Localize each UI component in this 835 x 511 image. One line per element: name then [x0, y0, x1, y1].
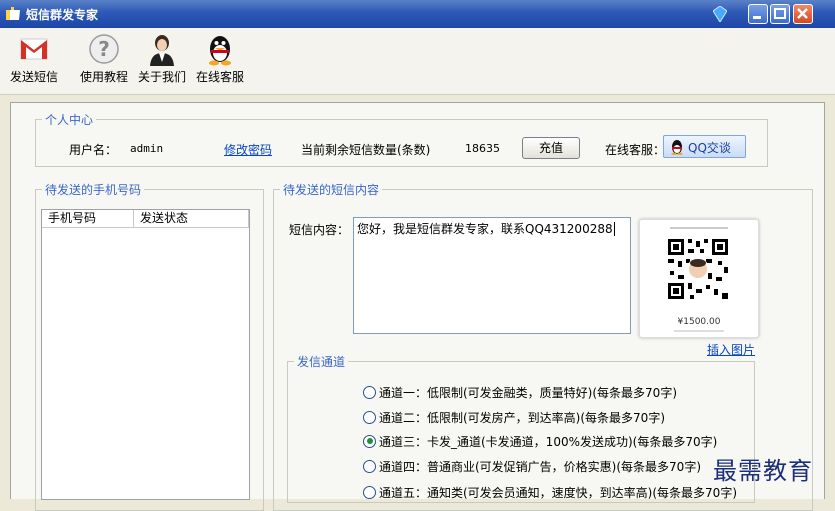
channel-label-5: 通道五：通知类(可发会员通知，速度快，到达率高)(每条最多70字)	[379, 485, 737, 500]
app-logo-icon	[6, 7, 20, 20]
maximize-icon	[774, 8, 786, 19]
online-service-text: 在线客服：	[605, 143, 666, 157]
username-label: 用户名：	[69, 143, 118, 157]
minimize-button[interactable]	[748, 4, 768, 24]
gmail-m-icon	[20, 38, 48, 60]
qq-chat-icon	[671, 140, 683, 155]
channel-option-5[interactable]: 通道五：通知类(可发会员通知，速度快，到达率高)(每条最多70字)	[363, 483, 737, 501]
toolbar: 发送短信 ? 使用教程 关于我们 在线客服	[0, 28, 835, 95]
change-password-link[interactable]: 修改密码	[224, 141, 272, 158]
channel-label-4: 通道四：普通商业(可发促销广告，价格实惠)(每条最多70字)	[379, 459, 701, 474]
sms-content-textarea[interactable]: 您好，我是短信群发专家，联系QQ431200288	[353, 217, 631, 334]
channel-option-4[interactable]: 通道四：普通商业(可发促销广告，价格实惠)(每条最多70字)	[363, 457, 701, 475]
online-service-button[interactable]: 在线客服	[192, 32, 248, 90]
remaining-sms-label: 当前剩余短信数量(条数)	[301, 143, 431, 157]
about-us-label: 关于我们	[137, 70, 186, 84]
close-button[interactable]	[793, 4, 813, 24]
about-us-button[interactable]: 关于我们	[134, 32, 190, 90]
channel-label-2: 通道二：低限制(可发房产，到达率高)(每条最多70字)	[379, 410, 665, 425]
skin-gem-icon[interactable]	[713, 6, 727, 22]
channel-radio-5[interactable]	[363, 485, 376, 499]
text-cursor	[613, 222, 615, 236]
phone-list-legend: 待发送的手机号码	[45, 183, 142, 197]
person-avatar-icon	[150, 35, 174, 66]
qq-chat-label: QQ交谈	[688, 141, 731, 155]
column-header-phone[interactable]: 手机号码	[42, 210, 134, 228]
svg-text:?: ?	[98, 37, 110, 61]
close-icon	[797, 8, 808, 19]
maximize-button[interactable]	[770, 4, 790, 24]
channel-group: 发信通道	[287, 353, 755, 503]
channel-option-2[interactable]: 通道二：低限制(可发房产，到达率高)(每条最多70字)	[363, 408, 665, 426]
title-bar[interactable]: 短信群发专家	[0, 0, 835, 28]
sms-content-label: 短信内容：	[289, 223, 350, 237]
channel-label-1: 通道一：低限制(可发金融类，质量特好)(每条最多70字)	[379, 385, 677, 400]
channel-label-3: 通道三：卡发_通道(卡发通道，100%发送成功)(每条最多70字)	[379, 434, 718, 449]
send-sms-label: 发送短信	[9, 70, 58, 84]
window-title: 短信群发专家	[26, 8, 99, 22]
qr-caption: ¥1500.00	[677, 317, 721, 327]
username-value: admin	[130, 142, 164, 155]
help-question-icon: ?	[89, 34, 119, 64]
qr-header-line	[670, 227, 728, 229]
online-service-label: 在线客服	[195, 70, 244, 84]
channel-option-1[interactable]: 通道一：低限制(可发金融类，质量特好)(每条最多70字)	[363, 383, 677, 401]
qr-code-image: ¥1500.00	[639, 219, 759, 338]
channel-legend: 发信通道	[297, 355, 346, 369]
send-sms-button[interactable]: 发送短信	[6, 32, 62, 90]
channel-radio-4[interactable]	[363, 459, 376, 473]
channel-radio-2[interactable]	[363, 410, 376, 424]
qq-penguin-icon	[209, 36, 231, 66]
channel-radio-1[interactable]	[363, 385, 376, 399]
recharge-button[interactable]: 充值	[522, 137, 580, 159]
tutorial-button[interactable]: ? 使用教程	[76, 32, 132, 90]
qq-chat-button[interactable]: QQ交谈	[663, 135, 746, 158]
channel-option-3[interactable]: 通道三：卡发_通道(卡发通道，100%发送成功)(每条最多70字)	[363, 432, 717, 450]
personal-center-legend: 个人中心	[45, 113, 94, 127]
personal-center-group: 个人中心	[35, 111, 768, 167]
remaining-sms-value: 18635	[465, 142, 500, 155]
column-header-status[interactable]: 发送状态	[134, 210, 249, 228]
channel-radio-3[interactable]	[363, 434, 376, 448]
main-panel: 个人中心 用户名： admin 修改密码 当前剩余短信数量(条数) 18635 …	[10, 102, 825, 511]
sms-content-text: 您好，我是短信群发专家，联系QQ431200288	[357, 222, 613, 236]
qr-footer-line	[674, 330, 724, 332]
phone-list-table[interactable]: 手机号码 发送状态	[41, 209, 250, 500]
watermark-text: 最需教育	[713, 457, 813, 485]
tutorial-label: 使用教程	[79, 70, 128, 84]
qr-code-icon	[666, 237, 730, 301]
minimize-icon	[753, 16, 761, 19]
sms-content-legend: 待发送的短信内容	[283, 183, 380, 197]
